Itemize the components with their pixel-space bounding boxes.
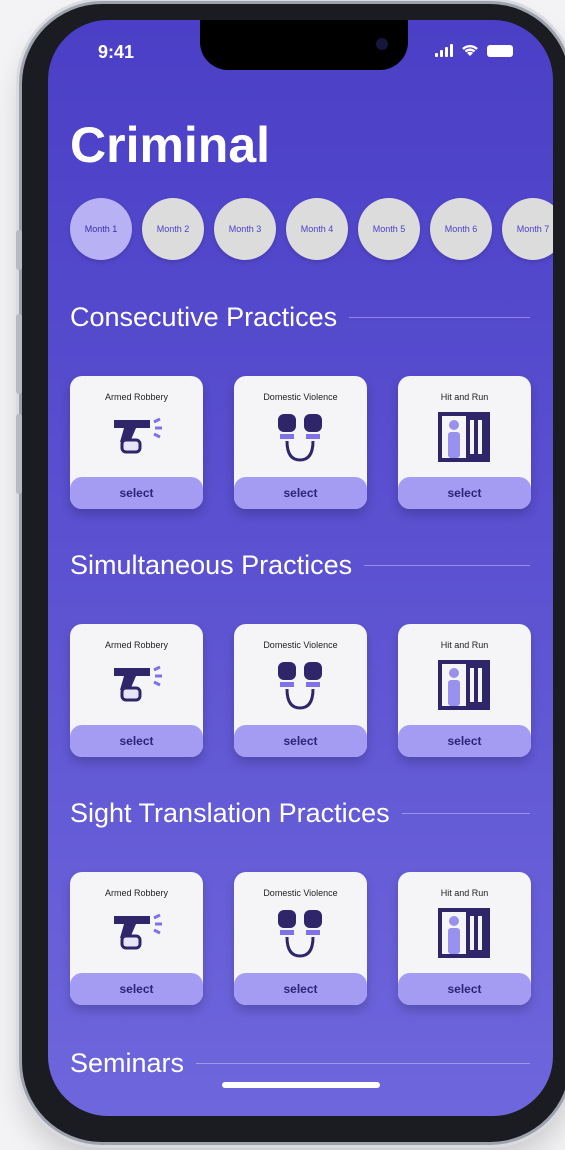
card-title: Armed Robbery	[104, 640, 169, 650]
gun-icon	[106, 408, 166, 468]
practice-card[interactable]: Domestic Violence select	[234, 376, 367, 509]
mute-switch	[16, 230, 22, 270]
month-chip-7[interactable]: Month 7	[502, 198, 553, 260]
notch	[200, 20, 408, 70]
select-button[interactable]: select	[234, 973, 367, 1005]
month-chip-2[interactable]: Month 2	[142, 198, 204, 260]
volume-up-button	[16, 314, 22, 394]
section-title: Seminars	[70, 1048, 185, 1078]
card-title: Armed Robbery	[104, 888, 169, 898]
month-chip-3[interactable]: Month 3	[214, 198, 276, 260]
divider	[364, 565, 530, 566]
section-title: Sight Translation Practices	[70, 798, 390, 828]
select-button[interactable]: select	[70, 725, 203, 757]
gun-icon	[106, 904, 166, 964]
section-header-seminars: Seminars	[70, 1048, 530, 1079]
prison-person-icon	[434, 408, 494, 468]
battery-icon	[487, 45, 513, 57]
handcuffed-hands-icon	[270, 408, 330, 468]
divider	[401, 813, 530, 814]
divider	[349, 317, 530, 318]
divider	[196, 1063, 530, 1064]
handcuffed-hands-icon	[270, 656, 330, 716]
card-title: Hit and Run	[440, 640, 489, 650]
app-screen: 9:41 Criminal Month 1 Month 2 Month 3 Mo…	[48, 20, 553, 1116]
month-chip-5[interactable]: Month 5	[358, 198, 420, 260]
section-header-simultaneous: Simultaneous Practices	[70, 550, 530, 581]
gun-icon	[106, 656, 166, 716]
card-title: Hit and Run	[440, 888, 489, 898]
section-title: Consecutive Practices	[70, 302, 338, 332]
month-chip-1[interactable]: Month 1	[70, 198, 132, 260]
page-title: Criminal	[70, 117, 271, 173]
select-button[interactable]: select	[234, 477, 367, 509]
practice-card[interactable]: Domestic Violence select	[234, 872, 367, 1005]
status-time: 9:41	[98, 42, 135, 62]
select-button[interactable]: select	[398, 725, 531, 757]
prison-person-icon	[434, 656, 494, 716]
select-button[interactable]: select	[70, 973, 203, 1005]
card-title: Hit and Run	[440, 392, 489, 402]
practice-card[interactable]: Armed Robbery select	[70, 872, 203, 1005]
practice-card[interactable]: Hit and Run select	[398, 624, 531, 757]
wifi-icon	[462, 44, 478, 56]
practice-card[interactable]: Domestic Violence select	[234, 624, 367, 757]
month-chip-6[interactable]: Month 6	[430, 198, 492, 260]
cards-simultaneous: Armed Robbery select Domestic Violence s…	[70, 624, 531, 757]
select-button[interactable]: select	[398, 973, 531, 1005]
signal-icon	[435, 44, 453, 57]
section-title: Simultaneous Practices	[70, 550, 353, 580]
home-indicator[interactable]	[222, 1082, 380, 1088]
camera-icon	[376, 38, 388, 50]
card-title: Domestic Violence	[263, 392, 338, 402]
prison-person-icon	[434, 904, 494, 964]
cards-sight-translation: Armed Robbery select Domestic Violence s…	[70, 872, 531, 1005]
volume-down-button	[16, 414, 22, 494]
month-chip-4[interactable]: Month 4	[286, 198, 348, 260]
practice-card[interactable]: Hit and Run select	[398, 376, 531, 509]
select-button[interactable]: select	[70, 477, 203, 509]
practice-card[interactable]: Hit and Run select	[398, 872, 531, 1005]
handcuffed-hands-icon	[270, 904, 330, 964]
card-title: Domestic Violence	[263, 640, 338, 650]
practice-card[interactable]: Armed Robbery select	[70, 624, 203, 757]
section-header-sight-translation: Sight Translation Practices	[70, 798, 530, 829]
month-selector: Month 1 Month 2 Month 3 Month 4 Month 5 …	[70, 198, 553, 260]
card-title: Domestic Violence	[263, 888, 338, 898]
section-header-consecutive: Consecutive Practices	[70, 302, 530, 333]
status-icons	[435, 44, 513, 57]
select-button[interactable]: select	[398, 477, 531, 509]
card-title: Armed Robbery	[104, 392, 169, 402]
practice-card[interactable]: Armed Robbery select	[70, 376, 203, 509]
cards-consecutive: Armed Robbery select Domestic Violence s…	[70, 376, 531, 509]
select-button[interactable]: select	[234, 725, 367, 757]
